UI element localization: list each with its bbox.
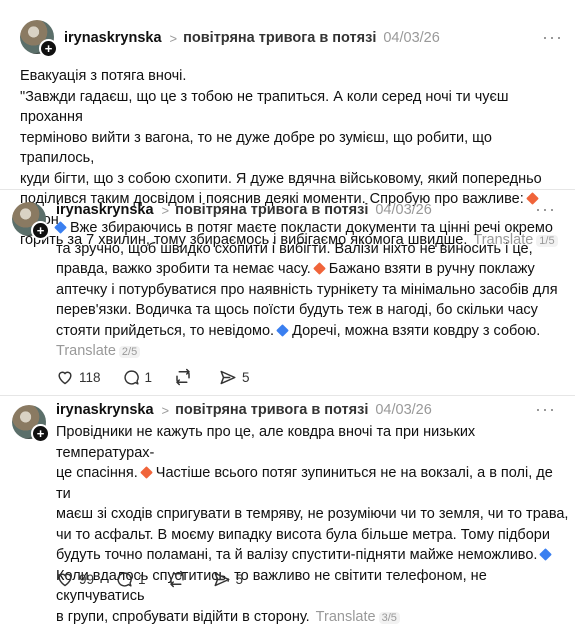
text-line: будуть точно поламані, та й валізу спуст… xyxy=(56,547,538,563)
post-body: Провідники не кажуть про це, але ковдра … xyxy=(56,422,571,628)
avatar[interactable]: + xyxy=(12,202,50,240)
post-date: 04/03/26 xyxy=(383,30,440,46)
post-1: + irynaskrynska > повітряна тривога в по… xyxy=(0,0,575,248)
chevron-right-icon: > xyxy=(161,402,170,418)
orange-diamond-icon xyxy=(139,466,153,480)
text-line: "Завжди гадаєш, що це з тобою не трапить… xyxy=(20,88,509,126)
share-icon xyxy=(220,370,236,384)
repost-icon xyxy=(169,570,184,588)
username[interactable]: irynaskrynska xyxy=(56,402,154,418)
topic-tag[interactable]: повітряна тривога в потязі xyxy=(175,402,368,418)
text-line: аптечку і потурбуватися про наявність ту… xyxy=(56,281,558,298)
page-counter: 2/5 xyxy=(118,346,141,358)
blue-diamond-icon xyxy=(54,221,67,235)
like-count: 99 xyxy=(79,571,95,587)
text-line: Доречі, можна взяти ковдру з собою. xyxy=(292,322,541,339)
chevron-right-icon: > xyxy=(161,202,170,218)
comment-count: 1 xyxy=(144,369,153,385)
topic-tag[interactable]: повітряна тривога в потязі xyxy=(175,202,368,218)
post-date: 04/03/26 xyxy=(375,202,432,218)
text-line: та зручно, щоб швидко схопити і вибігти.… xyxy=(56,240,533,257)
text-line: куди бігти, що з собою схопити. Я дуже в… xyxy=(20,170,542,187)
follow-plus-icon[interactable]: + xyxy=(31,424,50,443)
text-line: стояти прийдеться, то невідомо. xyxy=(56,322,275,339)
comment-count: 1 xyxy=(138,571,146,587)
blue-diamond-icon xyxy=(276,323,289,337)
more-icon[interactable]: ··· xyxy=(535,400,556,418)
text-line: Бажано взяти в ручну поклажу xyxy=(328,261,535,277)
comment-button[interactable]: 1 xyxy=(123,369,153,386)
orange-diamond-icon xyxy=(312,262,326,276)
page-counter: 3/5 xyxy=(378,611,400,624)
text-line: це спасіння. xyxy=(56,465,138,481)
text-line: Провідники не кажуть про це, але ковдра … xyxy=(56,424,476,461)
post-body: Вже збираючись в потяг маєте покласти до… xyxy=(54,218,571,363)
comment-icon xyxy=(123,369,139,385)
post-3: + irynaskrynska > повітряна тривога в по… xyxy=(0,395,575,625)
comment-button[interactable]: 1 xyxy=(116,571,146,588)
topic-tag[interactable]: повітряна тривога в потязі xyxy=(183,30,376,46)
translate-link[interactable]: Translate xyxy=(316,609,376,625)
action-bar: 99 1 5 xyxy=(56,570,265,588)
text-line: в групи, спробувати відійти в сторону. xyxy=(56,608,310,625)
repost-icon xyxy=(176,368,190,386)
username[interactable]: irynaskrynska xyxy=(56,202,154,218)
like-button[interactable]: 99 xyxy=(56,571,94,587)
chevron-right-icon: > xyxy=(169,30,178,46)
avatar[interactable]: + xyxy=(20,20,58,58)
text-line: Вже збираючись в потяг маєте покласти до… xyxy=(70,220,553,236)
post-2: + irynaskrynska > повітряна тривога в по… xyxy=(0,190,575,390)
avatar[interactable]: + xyxy=(12,405,50,443)
blue-diamond-icon xyxy=(539,548,553,562)
text-line: чи то асфальт. В моєму випадку висота бу… xyxy=(56,526,550,543)
more-icon[interactable]: ··· xyxy=(542,28,563,46)
heart-icon xyxy=(58,371,72,385)
comment-icon xyxy=(117,571,132,587)
text-line: перев'язки. Водичка та щось поїсти будут… xyxy=(56,302,538,318)
share-icon xyxy=(214,572,230,586)
follow-plus-icon[interactable]: + xyxy=(39,39,58,58)
text-line: Евакуація з потяга вночі. xyxy=(20,68,187,84)
repost-button[interactable] xyxy=(168,570,191,588)
text-line: маєш зі сходів спригувати в темряву, не … xyxy=(56,506,569,522)
text-line: терміново вийти з вагона, то не дуже доб… xyxy=(20,129,492,167)
follow-plus-icon[interactable]: + xyxy=(31,221,50,240)
post-date: 04/03/26 xyxy=(375,402,432,418)
share-button[interactable]: 5 xyxy=(213,571,244,588)
text-line: правда, важко зробити та немає часу. xyxy=(56,261,311,277)
action-bar: 118 1 5 xyxy=(56,368,272,386)
repost-button[interactable] xyxy=(174,368,197,386)
username[interactable]: irynaskrynska xyxy=(64,30,162,46)
heart-icon xyxy=(58,573,72,587)
share-button[interactable]: 5 xyxy=(219,369,250,386)
more-icon[interactable]: ··· xyxy=(535,200,556,218)
like-count: 118 xyxy=(79,369,101,385)
share-count: 5 xyxy=(242,369,250,385)
like-button[interactable]: 118 xyxy=(56,369,101,385)
translate-link[interactable]: Translate xyxy=(56,343,116,359)
share-count: 5 xyxy=(235,571,244,587)
